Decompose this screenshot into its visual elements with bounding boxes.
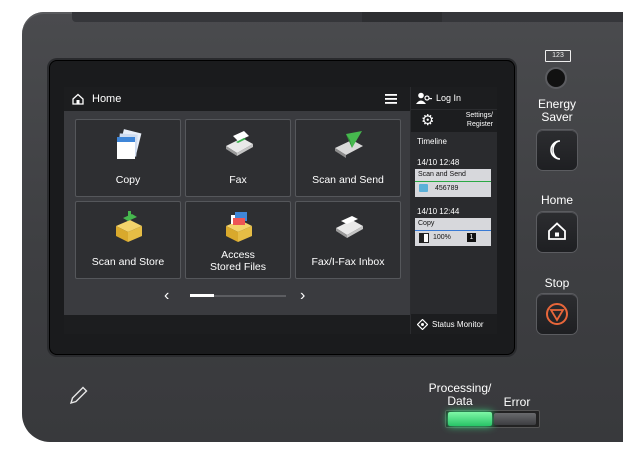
status-monitor-icon	[417, 319, 428, 330]
tile-label: Scan and Send	[312, 174, 384, 186]
tile-label: Copy	[115, 174, 141, 186]
status-monitor-button[interactable]: Status Monitor	[411, 314, 497, 334]
error-label: Error	[503, 395, 531, 409]
job-name: Scan and Send	[418, 171, 466, 178]
status-monitor-label: Status Monitor	[432, 320, 484, 329]
home-icon	[548, 222, 566, 240]
copy-count-badge: 1	[467, 233, 476, 242]
previous-page-button[interactable]: ‹	[164, 287, 169, 305]
fax-icon	[226, 131, 253, 156]
tile-fax-inbox[interactable]: Fax/I-Fax Inbox	[295, 201, 401, 279]
timeline-job-card[interactable]: Copy 100% 1	[415, 218, 491, 246]
pencil-icon	[69, 386, 88, 405]
scan-and-store-icon	[116, 211, 142, 242]
job-accent-line	[415, 181, 491, 182]
stop-key-button[interactable]	[537, 294, 577, 334]
tile-copy[interactable]: Copy	[75, 119, 181, 197]
user-key-icon	[416, 92, 432, 104]
settings-label: Settings/	[465, 112, 493, 119]
processing-data-label: Processing/ Data	[424, 382, 496, 408]
next-page-button[interactable]: ›	[300, 287, 305, 305]
tile-label: Scan and Store	[91, 256, 165, 268]
tile-label: Fax	[229, 174, 247, 186]
bottom-bar	[64, 315, 410, 334]
login-label: Log In	[436, 93, 462, 103]
home-key-label: Home	[540, 193, 573, 207]
counter-check-label: 123	[545, 50, 571, 62]
header-bar: Home	[64, 87, 410, 111]
gear-icon: ⚙	[421, 112, 435, 129]
page-indicator: ‹ ›	[164, 287, 314, 305]
menu-icon[interactable]	[384, 92, 398, 106]
job-time: 14/10 12:44	[417, 207, 460, 216]
job-name: Copy	[418, 220, 435, 227]
home-key-button[interactable]	[537, 212, 577, 252]
page-thumb	[190, 294, 214, 297]
job-accent-line	[415, 230, 491, 231]
error-lamp	[494, 413, 536, 425]
copy-icon	[117, 129, 142, 159]
register-label: Register	[466, 121, 493, 128]
processing-data-lamp	[448, 412, 492, 426]
home-icon[interactable]	[72, 93, 84, 105]
job-detail: 456789	[435, 185, 459, 192]
tile-scan-and-store[interactable]: Scan and Store	[75, 201, 181, 279]
tile-label: Access	[221, 249, 255, 261]
touch-screen: Home Copy Fax Scan and Send Scan and Sto…	[64, 87, 497, 334]
copy-ratio-icon	[419, 233, 429, 243]
scan-and-send-icon	[335, 131, 363, 158]
timeline-title: Timeline	[417, 137, 447, 146]
tile-fax[interactable]: Fax	[185, 119, 291, 197]
counter-check-button[interactable]	[547, 69, 565, 87]
tile-access-stored-files[interactable]: Access Stored Files	[185, 201, 291, 279]
moon-icon	[550, 140, 561, 160]
settings-register-button[interactable]: ⚙ Settings/ Register	[411, 110, 497, 132]
login-button[interactable]: Log In	[411, 87, 497, 109]
timeline-job-card[interactable]: Scan and Send 456789	[415, 169, 491, 197]
stop-key-label: Stop	[544, 276, 570, 290]
tile-scan-and-send[interactable]: Scan and Send	[295, 119, 401, 197]
top-strip	[72, 12, 623, 22]
job-time: 14/10 12:48	[417, 158, 460, 167]
tile-label: Stored Files	[209, 261, 267, 273]
energy-saver-label: Energy Saver	[530, 98, 584, 124]
scan-job-icon	[419, 184, 428, 192]
energy-saver-label-line: Saver	[541, 110, 573, 124]
energy-saver-button[interactable]	[537, 130, 577, 170]
stored-files-icon	[226, 212, 252, 242]
side-panel: Log In ⚙ Settings/ Register Timeline 14/…	[411, 87, 497, 334]
processing-label-line: Data	[447, 394, 473, 408]
stop-icon	[546, 303, 568, 325]
page-title: Home	[92, 93, 122, 105]
fax-inbox-icon	[336, 216, 363, 238]
tile-label: Fax/I-Fax Inbox	[311, 256, 385, 268]
job-detail: 100%	[433, 234, 451, 241]
main-area: Home Copy Fax Scan and Send Scan and Sto…	[64, 87, 410, 334]
